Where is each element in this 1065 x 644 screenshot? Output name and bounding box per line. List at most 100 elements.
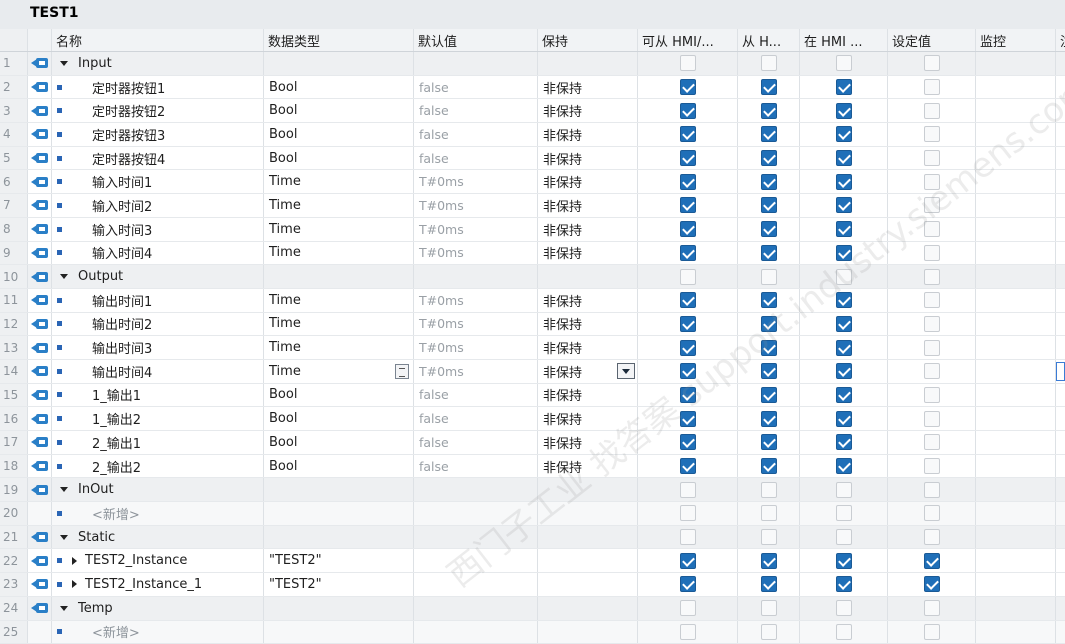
- hmi-visible-checkbox[interactable]: [761, 434, 777, 450]
- setpoint-checkbox[interactable]: [924, 269, 940, 285]
- monitor-cell[interactable]: [976, 407, 1056, 430]
- setpoint-checkbox[interactable]: [924, 411, 940, 427]
- hmi-accessible-checkbox[interactable]: [680, 103, 696, 119]
- retain-cell[interactable]: 非保持: [538, 455, 638, 478]
- monitor-cell[interactable]: [976, 478, 1056, 501]
- hmi-visible-checkbox[interactable]: [761, 482, 777, 498]
- table-row[interactable]: 8输入时间3TimeT#0ms非保持: [0, 218, 1065, 242]
- retain-dropdown-button[interactable]: [617, 363, 635, 379]
- setpoint-checkbox[interactable]: [924, 363, 940, 379]
- hmi-visible-checkbox[interactable]: [761, 340, 777, 356]
- default-value-cell[interactable]: [414, 526, 538, 549]
- collapse-toggle-icon[interactable]: [60, 606, 68, 611]
- default-value-cell[interactable]: [414, 573, 538, 596]
- monitor-cell[interactable]: [976, 123, 1056, 146]
- hmi-setpoint-checkbox[interactable]: [836, 340, 852, 356]
- header-retain[interactable]: 保持: [538, 29, 638, 51]
- setpoint-checkbox[interactable]: [924, 197, 940, 213]
- name-cell[interactable]: 定时器按钮3: [52, 123, 264, 146]
- default-value-cell[interactable]: T#0ms: [414, 242, 538, 265]
- monitor-cell[interactable]: [976, 147, 1056, 170]
- retain-cell[interactable]: 非保持: [538, 194, 638, 217]
- comment-cell[interactable]: [1056, 76, 1065, 99]
- setpoint-checkbox[interactable]: [924, 576, 940, 592]
- comment-cell[interactable]: [1056, 597, 1065, 620]
- comment-cell[interactable]: [1056, 218, 1065, 241]
- retain-cell[interactable]: [538, 573, 638, 596]
- hmi-accessible-checkbox[interactable]: [680, 529, 696, 545]
- retain-cell[interactable]: [538, 52, 638, 75]
- default-value-cell[interactable]: T#0ms: [414, 360, 538, 383]
- header-hmi-accessible[interactable]: 可从 HMI/...: [638, 29, 738, 51]
- hmi-visible-checkbox[interactable]: [761, 197, 777, 213]
- hmi-visible-checkbox[interactable]: [761, 553, 777, 569]
- comment-edit-box[interactable]: [1056, 362, 1065, 381]
- datatype-cell[interactable]: Bool: [264, 455, 414, 478]
- setpoint-checkbox[interactable]: [924, 292, 940, 308]
- comment-cell[interactable]: [1056, 336, 1065, 359]
- hmi-visible-checkbox[interactable]: [761, 174, 777, 190]
- hmi-setpoint-checkbox[interactable]: [836, 363, 852, 379]
- table-row[interactable]: 151_输出1Boolfalse非保持: [0, 384, 1065, 408]
- monitor-cell[interactable]: [976, 384, 1056, 407]
- table-row[interactable]: 9输入时间4TimeT#0ms非保持: [0, 242, 1065, 266]
- monitor-cell[interactable]: [976, 99, 1056, 122]
- setpoint-checkbox[interactable]: [924, 103, 940, 119]
- name-cell[interactable]: 输入时间2: [52, 194, 264, 217]
- datatype-cell[interactable]: [264, 52, 414, 75]
- header-comment[interactable]: 注: [1056, 29, 1065, 51]
- name-cell[interactable]: 输入时间3: [52, 218, 264, 241]
- hmi-visible-checkbox[interactable]: [761, 269, 777, 285]
- add-new-placeholder[interactable]: <新增>: [92, 622, 140, 641]
- comment-cell[interactable]: [1056, 573, 1065, 596]
- name-cell[interactable]: TEST2_Instance_1: [52, 573, 264, 596]
- name-cell[interactable]: 1_输出2: [52, 407, 264, 430]
- name-cell[interactable]: 定时器按钮1: [52, 76, 264, 99]
- hmi-visible-checkbox[interactable]: [761, 529, 777, 545]
- hmi-accessible-checkbox[interactable]: [680, 197, 696, 213]
- name-cell[interactable]: 输出时间2: [52, 313, 264, 336]
- hmi-setpoint-checkbox[interactable]: [836, 553, 852, 569]
- monitor-cell[interactable]: [976, 52, 1056, 75]
- hmi-setpoint-checkbox[interactable]: [836, 482, 852, 498]
- default-value-cell[interactable]: false: [414, 455, 538, 478]
- header-datatype[interactable]: 数据类型: [264, 29, 414, 51]
- name-cell[interactable]: 输入时间4: [52, 242, 264, 265]
- monitor-cell[interactable]: [976, 313, 1056, 336]
- default-value-cell[interactable]: false: [414, 76, 538, 99]
- name-cell[interactable]: 2_输出2: [52, 455, 264, 478]
- hmi-visible-checkbox[interactable]: [761, 411, 777, 427]
- retain-cell[interactable]: 非保持: [538, 431, 638, 454]
- comment-cell[interactable]: [1056, 147, 1065, 170]
- datatype-cell[interactable]: Bool: [264, 384, 414, 407]
- header-monitor[interactable]: 监控: [976, 29, 1056, 51]
- datatype-cell[interactable]: Time: [264, 313, 414, 336]
- default-value-cell[interactable]: false: [414, 147, 538, 170]
- hmi-setpoint-checkbox[interactable]: [836, 221, 852, 237]
- setpoint-checkbox[interactable]: [924, 553, 940, 569]
- hmi-accessible-checkbox[interactable]: [680, 576, 696, 592]
- collapse-toggle-icon[interactable]: [60, 61, 68, 66]
- comment-cell[interactable]: [1056, 123, 1065, 146]
- setpoint-checkbox[interactable]: [924, 126, 940, 142]
- monitor-cell[interactable]: [976, 360, 1056, 383]
- default-value-cell[interactable]: T#0ms: [414, 194, 538, 217]
- comment-cell[interactable]: [1056, 384, 1065, 407]
- default-value-cell[interactable]: T#0ms: [414, 313, 538, 336]
- monitor-cell[interactable]: [976, 455, 1056, 478]
- table-row[interactable]: 23TEST2_Instance_1"TEST2": [0, 573, 1065, 597]
- datatype-cell[interactable]: [264, 478, 414, 501]
- default-value-cell[interactable]: [414, 549, 538, 572]
- retain-cell[interactable]: 非保持: [538, 289, 638, 312]
- hmi-setpoint-checkbox[interactable]: [836, 103, 852, 119]
- hmi-setpoint-checkbox[interactable]: [836, 624, 852, 640]
- name-cell[interactable]: 输入时间1: [52, 170, 264, 193]
- table-row[interactable]: 172_输出1Boolfalse非保持: [0, 431, 1065, 455]
- hmi-accessible-checkbox[interactable]: [680, 150, 696, 166]
- monitor-cell[interactable]: [976, 265, 1056, 288]
- datatype-cell[interactable]: Bool: [264, 147, 414, 170]
- hmi-visible-checkbox[interactable]: [761, 316, 777, 332]
- table-row[interactable]: 182_输出2Boolfalse非保持: [0, 455, 1065, 479]
- retain-cell[interactable]: [538, 478, 638, 501]
- retain-cell[interactable]: 非保持: [538, 360, 638, 383]
